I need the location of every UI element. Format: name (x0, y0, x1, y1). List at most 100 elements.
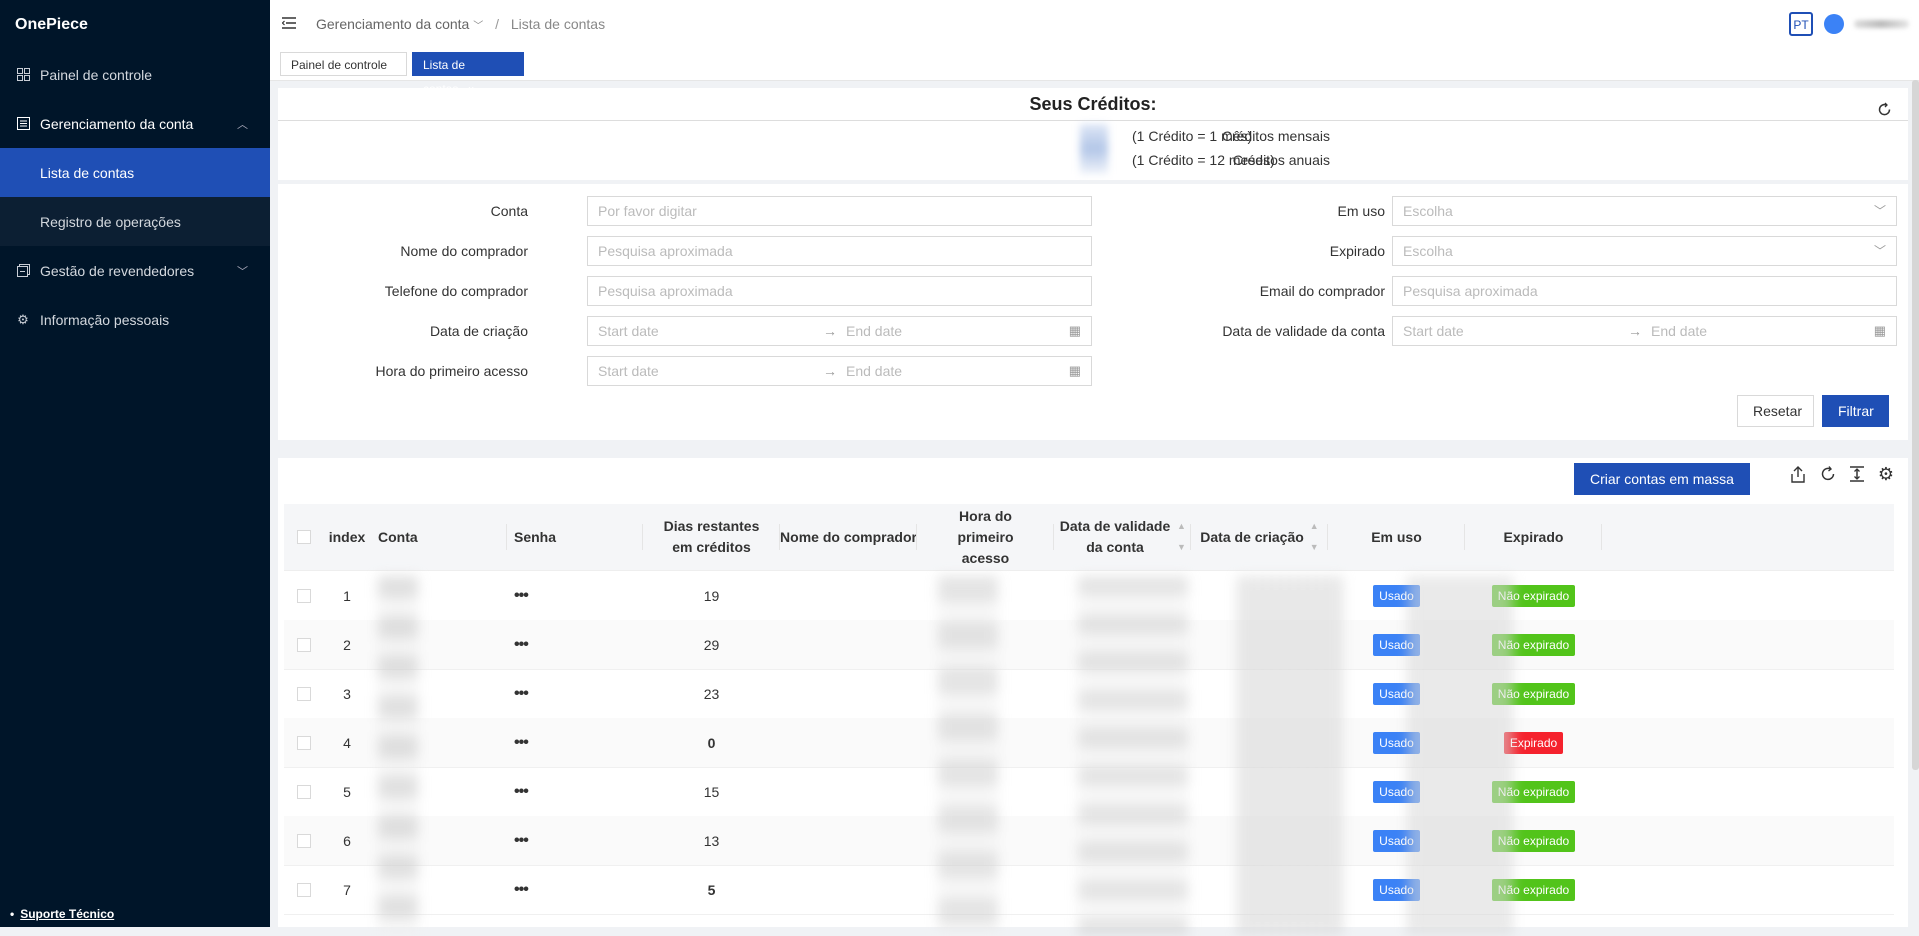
column-em-uso: Em uso (1371, 528, 1422, 545)
breadcrumb-separator: / (495, 16, 499, 32)
accounts-table-card: Criar contas em massa ⚙ index Conta Senh… (278, 458, 1908, 936)
creation-date-range[interactable]: Start date → End date ▦ (587, 316, 1092, 346)
buyer-phone-input[interactable]: Pesquisa aproximada (587, 276, 1092, 306)
end-date-placeholder[interactable]: End date (1651, 317, 1707, 345)
settings-icon[interactable]: ⚙ (1878, 465, 1894, 488)
language-switch[interactable]: PT (1789, 12, 1813, 36)
arrow-right-icon: → (823, 363, 837, 379)
divider (278, 120, 1908, 121)
row-select-cell-cell[interactable] (284, 620, 324, 669)
sort-icon[interactable]: ▲ ▼ (1310, 516, 1319, 558)
refresh-icon[interactable] (1877, 102, 1892, 122)
annual-credits-note: (1 Crédito = 12 meses) (1132, 152, 1275, 168)
select-all-checkbox[interactable] (297, 530, 311, 544)
row-select-cell-cell[interactable] (284, 767, 324, 816)
row-checkbox[interactable] (297, 637, 311, 652)
menu-toggle-icon[interactable] (281, 16, 296, 32)
start-date-placeholder[interactable]: Start date (1403, 323, 1464, 339)
sidebar-item-account-list[interactable]: Lista de contas (0, 148, 270, 197)
export-icon[interactable] (1790, 466, 1806, 488)
remaining-days: 23 (703, 685, 720, 702)
density-icon[interactable] (1849, 466, 1864, 488)
validity-date-range[interactable]: Start date → End date ▦ (1392, 316, 1897, 346)
in-use-label: Em uso (1337, 203, 1385, 219)
row-index-cell: 2 (324, 620, 370, 669)
credits-title: Seus Créditos: (1029, 94, 1157, 114)
password-mask: ••• (514, 684, 529, 702)
breadcrumb-account-management[interactable]: Gerenciamento da conta (316, 16, 469, 32)
row-checkbox[interactable] (297, 735, 311, 750)
row-select-cell-cell[interactable] (284, 718, 324, 767)
username-blurred[interactable] (1854, 20, 1909, 28)
expired-placeholder: Escolha (1403, 243, 1453, 259)
reseller-icon (16, 264, 30, 278)
chevron-down-icon: ﹀ (1873, 204, 1886, 218)
reset-button[interactable]: Resetar (1737, 395, 1814, 427)
remaining-days: 19 (703, 587, 720, 604)
first-access-range[interactable]: Start date → End date ▦ (587, 356, 1092, 386)
validity-column-blurred (1238, 576, 1343, 936)
remaining-days-cell: 23 (643, 669, 780, 718)
expired-select[interactable]: Escolha ﹀ (1392, 236, 1897, 266)
row-index-cell: 3 (324, 669, 370, 718)
row-index-cell: 5 (324, 767, 370, 816)
row-select-cell-cell[interactable] (284, 571, 324, 620)
sidebar-item-account-management[interactable]: Gerenciamento da conta ︿ (0, 99, 270, 148)
avatar[interactable] (1824, 14, 1844, 34)
start-date-placeholder[interactable]: Start date (598, 323, 659, 339)
chevron-down-icon: ﹀ (1873, 244, 1886, 258)
buyer-email-input[interactable]: Pesquisa aproximada (1392, 276, 1897, 306)
row-checkbox[interactable] (297, 833, 311, 848)
tab-dashboard[interactable]: Painel de controle (280, 52, 407, 76)
column-validade[interactable]: Data de validade da conta ▲ ▼ (1054, 504, 1191, 570)
row-index: 5 (343, 783, 351, 800)
row-select-cell-cell[interactable] (284, 865, 324, 914)
column-data-criacao[interactable]: Data de criação ▲ ▼ (1191, 504, 1328, 570)
filter-button[interactable]: Filtrar (1822, 395, 1889, 427)
creation-column-blurred (1408, 576, 1513, 936)
column-data-criacao-label: Data de criação (1200, 528, 1304, 545)
top-bar: Gerenciamento da conta ﹀ / Lista de cont… (270, 0, 1919, 49)
row-checkbox[interactable] (297, 784, 311, 799)
app-logo: OnePiece (15, 16, 88, 33)
buyer-name-input[interactable]: Pesquisa aproximada (587, 236, 1092, 266)
row-select-cell-cell[interactable] (284, 816, 324, 865)
remaining-days-cell: 19 (643, 571, 780, 620)
row-checkbox[interactable] (297, 588, 311, 603)
end-date-placeholder[interactable]: End date (846, 317, 902, 345)
page-scrollbar[interactable] (1912, 80, 1919, 770)
password-mask: ••• (514, 586, 529, 604)
row-index: 4 (343, 734, 351, 751)
support-link[interactable]: Suporte Técnico (10, 907, 114, 921)
table-toolbar: ⚙ (1790, 465, 1894, 488)
remaining-days: 29 (703, 636, 720, 653)
in-use-select[interactable]: Escolha ﹀ (1392, 196, 1897, 226)
select-all-checkbox-cell[interactable] (284, 504, 324, 570)
row-checkbox[interactable] (297, 686, 311, 701)
remaining-days-cell: 29 (643, 620, 780, 669)
reload-icon[interactable] (1820, 466, 1836, 488)
in-use-placeholder: Escolha (1403, 203, 1453, 219)
sidebar-item-label: Gestão de revendedores (40, 262, 195, 279)
account-icon (16, 117, 30, 131)
sidebar-item-operations-log[interactable]: Registro de operações (0, 197, 270, 246)
calendar-icon: ▦ (1873, 323, 1886, 338)
sort-icon[interactable]: ▲ ▼ (1177, 516, 1186, 558)
sidebar-item-personal-info[interactable]: ⚙ Informação pessoais (0, 295, 270, 344)
row-index-cell: 4 (324, 718, 370, 767)
row-checkbox[interactable] (297, 882, 311, 897)
monthly-credits-note: (1 Crédito = 1 mês) (1132, 128, 1253, 144)
filter-form: Conta Por favor digitar Nome do comprado… (278, 184, 1908, 440)
end-date-placeholder[interactable]: End date (846, 357, 902, 385)
column-senha: Senha (514, 528, 557, 545)
conta-input[interactable]: Por favor digitar (587, 196, 1092, 226)
tab-account-list[interactable]: Lista de contasx (412, 52, 524, 96)
bulk-create-button[interactable]: Criar contas em massa (1574, 463, 1750, 495)
start-date-placeholder[interactable]: Start date (598, 363, 659, 379)
sidebar-item-label: Painel de controle (40, 66, 153, 83)
row-select-cell-cell[interactable] (284, 669, 324, 718)
sidebar-item-dashboard[interactable]: Painel de controle (0, 50, 270, 99)
buyer-name-label: Nome do comprador (400, 243, 528, 259)
remaining-days: 13 (703, 832, 720, 849)
sidebar-item-resellers[interactable]: Gestão de revendedores ﹀ (0, 246, 270, 295)
